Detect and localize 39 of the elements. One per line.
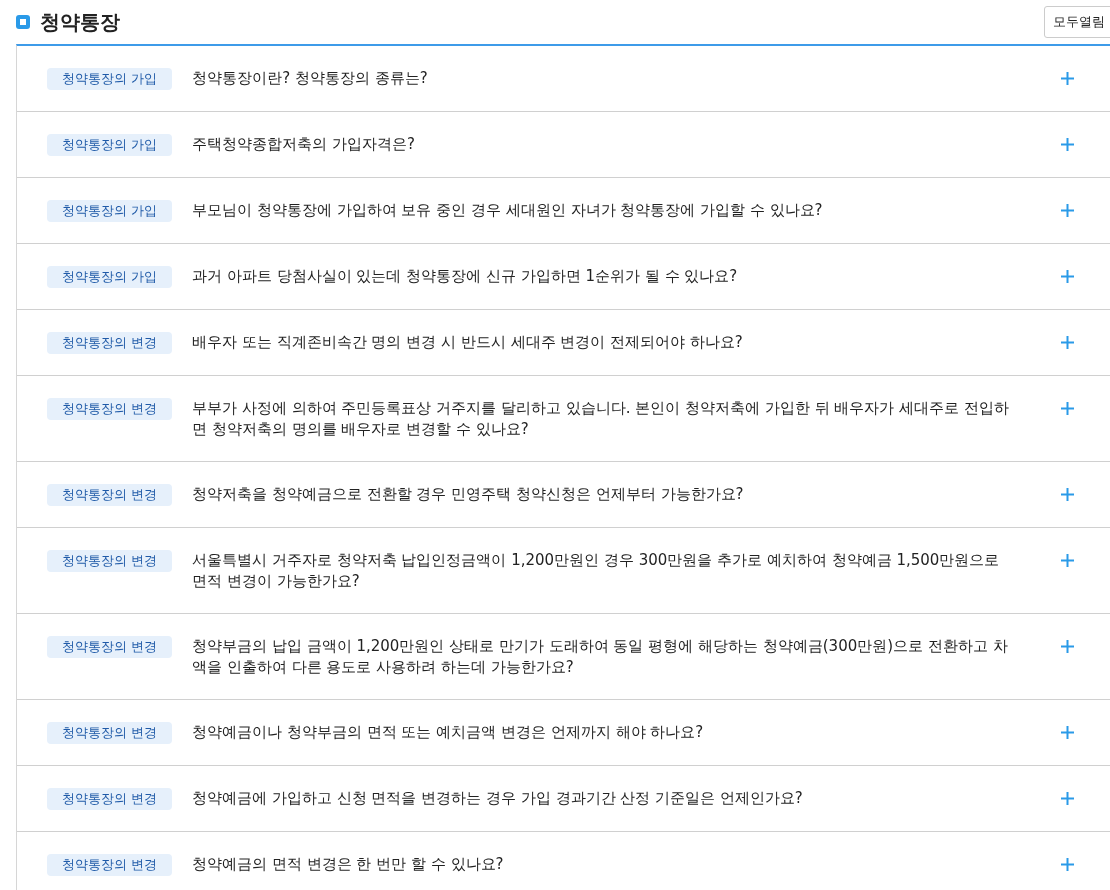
plus-icon[interactable] xyxy=(1061,554,1074,567)
plus-icon[interactable] xyxy=(1061,72,1074,85)
category-tag: 청약통장의 변경 xyxy=(47,398,173,420)
plus-icon[interactable] xyxy=(1061,726,1074,739)
category-tag: 청약통장의 변경 xyxy=(47,854,173,876)
question-text[interactable]: 청약예금의 면적 변경은 한 번만 할 수 있나요? xyxy=(192,854,1013,875)
plus-icon[interactable] xyxy=(1061,402,1074,415)
category-tag: 청약통장의 변경 xyxy=(47,550,173,572)
expand-all-button[interactable]: 모두열림 xyxy=(1044,6,1110,38)
category-tag: 청약통장의 가입 xyxy=(47,68,173,90)
question-text[interactable]: 부모님이 청약통장에 가입하여 보유 중인 경우 세대원인 자녀가 청약통장에 가입할 수 있나요? xyxy=(192,200,1013,221)
plus-icon[interactable] xyxy=(1061,270,1074,283)
category-tag: 청약통장의 가입 xyxy=(47,200,173,222)
question-text[interactable]: 부부가 사정에 의하여 주민등록표상 거주지를 달리하고 있습니다. 본인이 청약저축에 가입한 뒤 배우자가 세대주로 전입하면 청약저축의 명의를 배우자로 변경할 수 있나요? xyxy=(192,398,1013,440)
plus-icon[interactable] xyxy=(1061,336,1074,349)
category-tag: 청약통장의 가입 xyxy=(47,266,173,288)
category-tag: 청약통장의 변경 xyxy=(47,332,173,354)
question-text[interactable]: 청약예금에 가입하고 신청 면적을 변경하는 경우 가입 경과기간 산정 기준일은 언제인가요? xyxy=(192,788,1013,809)
question-text[interactable]: 청약부금의 납입 금액이 1,200만원인 상태로 만기가 도래하여 동일 평형에 해당하는 청약예금(300만원)으로 전환하고 차액을 인출하여 다른 용도로 사용하려 하는데 가능한가요? xyxy=(192,636,1013,678)
question-text[interactable]: 과거 아파트 당첨사실이 있는데 청약통장에 신규 가입하면 1순위가 될 수 있나요? xyxy=(192,266,1013,287)
plus-icon[interactable] xyxy=(1061,488,1074,501)
section-title: 청약통장 xyxy=(40,8,121,36)
question-text[interactable]: 청약통장이란? 청약통장의 종류는? xyxy=(192,68,1013,89)
plus-icon[interactable] xyxy=(1061,204,1074,217)
category-tag: 청약통장의 변경 xyxy=(47,788,173,810)
plus-icon[interactable] xyxy=(1061,640,1074,653)
question-text[interactable]: 청약저축을 청약예금으로 전환할 경우 민영주택 청약신청은 언제부터 가능한가요? xyxy=(192,484,1013,505)
plus-icon[interactable] xyxy=(1061,792,1074,805)
question-text[interactable]: 서울특별시 거주자로 청약저축 납입인정금액이 1,200만원인 경우 300만원을 추가로 예치하여 청약예금 1,500만원으로 면적 변경이 가능한가요? xyxy=(192,550,1013,592)
square-bullet-icon xyxy=(16,15,30,29)
plus-icon[interactable] xyxy=(1061,858,1074,871)
category-tag: 청약통장의 변경 xyxy=(47,636,173,658)
question-text[interactable]: 주택청약종합저축의 가입자격은? xyxy=(192,134,1013,155)
plus-icon[interactable] xyxy=(1061,138,1074,151)
category-tag: 청약통장의 변경 xyxy=(47,484,173,506)
question-text[interactable]: 배우자 또는 직계존비속간 명의 변경 시 반드시 세대주 변경이 전제되어야 하나요? xyxy=(192,332,1013,353)
question-text[interactable]: 청약예금이나 청약부금의 면적 또는 예치금액 변경은 언제까지 해야 하나요? xyxy=(192,722,1013,743)
category-tag: 청약통장의 변경 xyxy=(47,722,173,744)
category-tag: 청약통장의 가입 xyxy=(47,134,173,156)
